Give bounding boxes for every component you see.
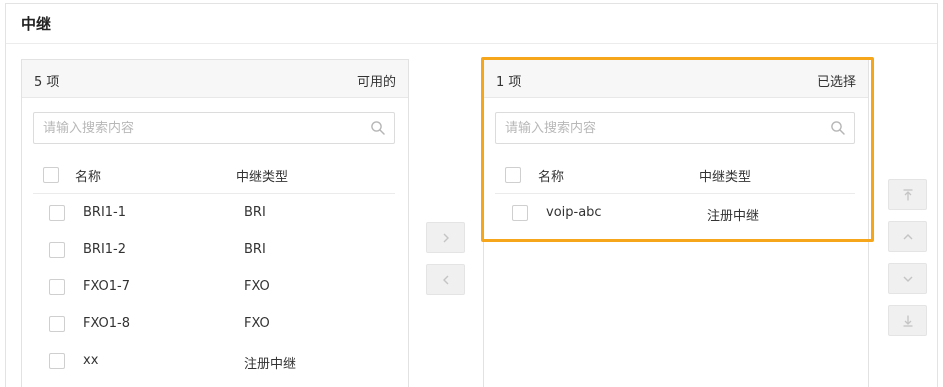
selected-label: 已选择 — [816, 75, 856, 90]
selected-count: 1 项 — [496, 75, 522, 90]
title-divider — [6, 43, 937, 44]
row-name: FXO1-7 — [83, 279, 131, 294]
available-search-input[interactable] — [34, 113, 364, 143]
selected-table-header: 名称 中继类型 — [495, 160, 855, 194]
chevron-left-icon — [443, 275, 449, 285]
available-label: 可用的 — [356, 75, 396, 90]
table-row[interactable]: BRI1-2 BRI — [33, 232, 395, 269]
table-row[interactable]: voip-abc 注册中继 — [495, 195, 855, 232]
row-checkbox[interactable] — [49, 205, 65, 221]
move-right-button[interactable] — [426, 222, 465, 253]
row-type: BRI — [244, 205, 266, 220]
chevron-down-icon — [903, 276, 913, 282]
selected-panel-header: 1 项 已选择 — [484, 60, 868, 98]
table-row[interactable]: xx 注册中继 — [33, 343, 395, 380]
selected-select-all-checkbox[interactable] — [505, 167, 521, 183]
available-panel: 5 项 可用的 名称 中继类型 BRI1-1 BRI BRI1-2 BRI FX… — [21, 59, 409, 387]
available-search[interactable] — [33, 112, 395, 144]
move-to-bottom-icon — [903, 315, 913, 327]
row-checkbox[interactable] — [49, 353, 65, 369]
row-name: xx — [83, 353, 99, 368]
column-name-header: 名称 — [538, 170, 565, 185]
chevron-right-icon — [443, 233, 449, 243]
available-table-header: 名称 中继类型 — [33, 160, 395, 194]
move-up-button[interactable] — [888, 221, 927, 252]
row-type: 注册中继 — [707, 209, 760, 224]
search-icon[interactable] — [830, 120, 846, 136]
selected-search[interactable] — [495, 112, 855, 144]
table-row[interactable]: FXO1-8 FXO — [33, 306, 395, 343]
move-left-button[interactable] — [426, 264, 465, 295]
available-select-all-checkbox[interactable] — [43, 167, 59, 183]
row-type: 注册中继 — [244, 357, 297, 372]
row-name: BRI1-2 — [83, 242, 127, 257]
selected-search-input[interactable] — [496, 113, 826, 143]
section-title: 中继 — [21, 15, 52, 33]
available-panel-header: 5 项 可用的 — [22, 60, 408, 98]
search-icon[interactable] — [370, 120, 386, 136]
row-type: BRI — [244, 242, 266, 257]
move-to-bottom-button[interactable] — [888, 305, 927, 336]
column-name-header: 名称 — [75, 170, 102, 185]
row-type: FXO — [244, 279, 270, 294]
table-row[interactable]: FXO1-7 FXO — [33, 269, 395, 306]
row-checkbox[interactable] — [49, 279, 65, 295]
row-name: FXO1-8 — [83, 316, 131, 331]
move-to-top-icon — [903, 189, 913, 201]
row-name: BRI1-1 — [83, 205, 127, 220]
row-name: voip-abc — [546, 205, 602, 220]
available-count: 5 项 — [34, 75, 60, 90]
row-type: FXO — [244, 316, 270, 331]
row-checkbox[interactable] — [49, 316, 65, 332]
column-type-header: 中继类型 — [236, 170, 289, 185]
move-down-button[interactable] — [888, 263, 927, 294]
chevron-up-icon — [903, 234, 913, 240]
table-row[interactable]: BRI1-1 BRI — [33, 195, 395, 232]
selected-panel: 1 项 已选择 名称 中继类型 voip-abc 注册中继 — [483, 59, 869, 387]
column-type-header: 中继类型 — [699, 170, 752, 185]
row-checkbox[interactable] — [512, 205, 528, 221]
row-checkbox[interactable] — [49, 242, 65, 258]
move-to-top-button[interactable] — [888, 179, 927, 210]
